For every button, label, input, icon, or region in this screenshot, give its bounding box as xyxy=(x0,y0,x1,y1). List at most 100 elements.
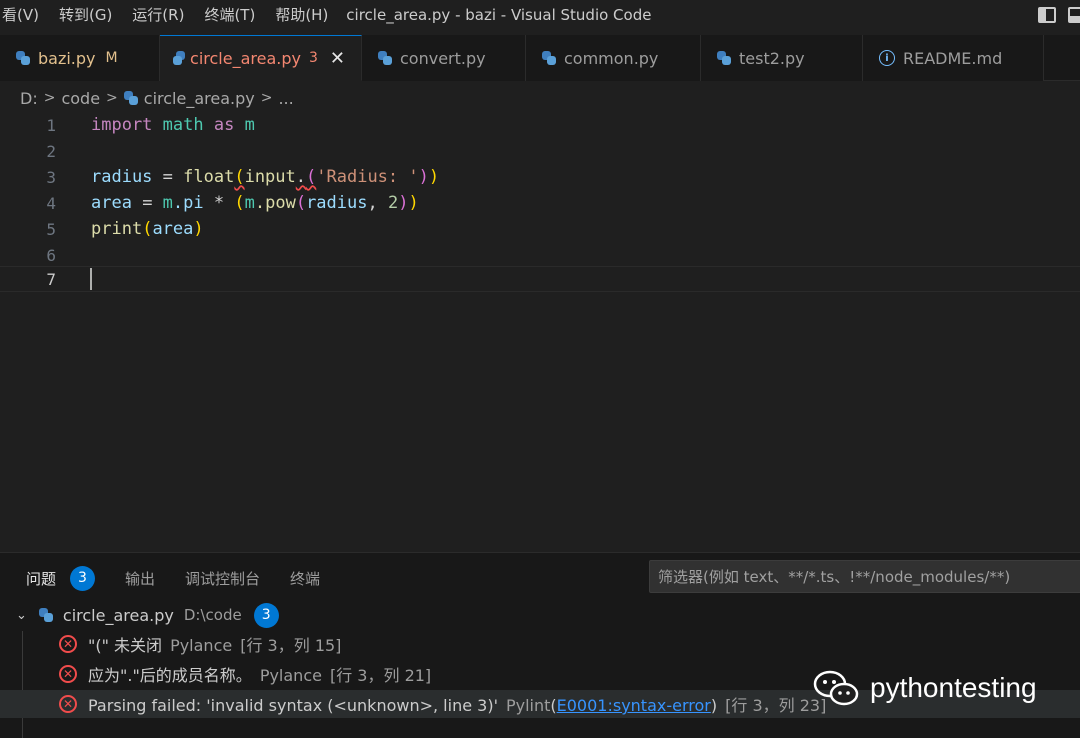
toggle-sidebar-icon[interactable] xyxy=(1038,7,1056,23)
code-token: radius xyxy=(91,167,153,187)
code-token: ) xyxy=(418,167,429,187)
error-icon: ✕ xyxy=(59,665,77,683)
tab-label: 问题 xyxy=(26,569,57,588)
breadcrumb-folder[interactable]: code xyxy=(61,89,100,108)
code-token: . xyxy=(295,167,307,187)
chevron-right-icon: > xyxy=(260,90,273,106)
code-editor[interactable]: 1 import math as m 2 3 radius = float ( in… xyxy=(0,112,1080,552)
tab-circle-area[interactable]: circle_area.py 3 ✕ xyxy=(160,35,362,81)
code-token: ( xyxy=(295,193,307,213)
chevron-right-icon: > xyxy=(43,90,56,106)
menu-view[interactable]: 看(V) xyxy=(0,0,49,30)
code-token: print xyxy=(91,219,143,239)
problem-location: [行 3，列 21] xyxy=(329,666,432,685)
line-number: 1 xyxy=(46,115,56,135)
code-line: 6 xyxy=(0,242,1080,268)
line-number: 6 xyxy=(46,245,56,265)
code-line: 4 area = m.pi * (m.pow(radius, 2)) xyxy=(0,190,1080,216)
problem-text: "(" 未关闭 Pylance [行 3，列 15] xyxy=(88,632,341,656)
code-token: radius xyxy=(306,193,368,213)
editor-tabs: bazi.py M circle_area.py 3 ✕ convert.py … xyxy=(0,35,1080,81)
tab-debug-console[interactable]: 调试控制台 xyxy=(185,568,260,589)
problem-message: 应为"."后的成员名称。 xyxy=(88,666,252,685)
code-token: ( xyxy=(306,167,317,187)
code-token: = xyxy=(152,167,184,187)
tab-label: convert.py xyxy=(400,48,486,68)
line-number: 4 xyxy=(46,193,56,213)
python-icon xyxy=(38,608,53,622)
menu-go[interactable]: 转到(G) xyxy=(49,0,122,30)
menu-run[interactable]: 运行(R) xyxy=(122,0,194,30)
toggle-panel-icon[interactable] xyxy=(1068,7,1080,23)
close-icon[interactable]: ✕ xyxy=(330,48,345,69)
modified-badge: M xyxy=(105,50,118,66)
watermark-text: pythontesting xyxy=(870,672,1037,703)
code-token: ) xyxy=(408,193,419,213)
tab-terminal[interactable]: 终端 xyxy=(290,568,320,589)
code-token: * xyxy=(203,193,235,213)
watermark: pythontesting xyxy=(812,666,1037,710)
problem-text: Parsing failed: 'invalid syntax (<unknow… xyxy=(88,696,827,715)
code-token: area xyxy=(152,219,194,239)
bottom-panel: 问题 3 输出 调试控制台 终端 筛选器(例如 text、**/*.ts、!**… xyxy=(0,552,1080,738)
line-number: 2 xyxy=(46,141,56,161)
code-token: area xyxy=(91,193,132,213)
problem-text: 应为"."后的成员名称。 Pylance [行 3，列 21] xyxy=(88,662,431,686)
tab-problems[interactable]: 问题 3 xyxy=(26,565,96,591)
code-token: float xyxy=(183,167,235,187)
code-token: input xyxy=(244,167,296,187)
tab-output[interactable]: 输出 xyxy=(125,568,155,589)
line-number: 3 xyxy=(46,167,56,187)
menu-terminal[interactable]: 终端(T) xyxy=(194,0,265,30)
code-line: 2 xyxy=(0,138,1080,164)
error-icon: ✕ xyxy=(59,695,77,713)
problem-message: "(" 未关闭 xyxy=(88,636,163,655)
code-token: 'Radius: ' xyxy=(316,167,419,187)
code-token: as xyxy=(213,115,235,135)
text-cursor xyxy=(90,268,92,290)
tab-bazi[interactable]: bazi.py M xyxy=(0,35,160,81)
breadcrumb-drive[interactable]: D: xyxy=(20,89,38,108)
code-token: import xyxy=(91,115,153,135)
python-icon xyxy=(717,51,731,65)
line-number: 7 xyxy=(46,269,56,289)
code-token: , xyxy=(367,193,388,213)
code-line: 5 print(area) xyxy=(0,216,1080,242)
tab-convert[interactable]: convert.py xyxy=(362,35,526,81)
code-token: ) xyxy=(428,167,440,187)
problem-source: Pylint xyxy=(505,696,551,715)
code-token: ( xyxy=(142,219,153,239)
menu-help[interactable]: 帮助(H) xyxy=(265,0,338,30)
layout-controls xyxy=(1038,0,1080,30)
wechat-logo-icon xyxy=(813,670,859,706)
code-token: math xyxy=(162,115,204,135)
tab-label: circle_area.py xyxy=(190,48,301,68)
tab-label: bazi.py xyxy=(38,48,96,68)
python-icon xyxy=(378,51,392,65)
code-text: print(area) xyxy=(91,219,204,239)
file-problem-count-badge: 3 xyxy=(253,602,279,628)
code-token: m xyxy=(162,193,173,213)
chevron-right-icon: > xyxy=(106,90,118,106)
menu-bar: 看(V) 转到(G) 运行(R) 终端(T) 帮助(H) xyxy=(0,0,338,30)
tab-test2[interactable]: test2.py xyxy=(701,35,863,81)
breadcrumb-file[interactable]: circle_area.py xyxy=(144,89,255,108)
breadcrumb-more[interactable]: ... xyxy=(278,89,293,108)
problem-item[interactable]: ✕ "(" 未关闭 Pylance [行 3，列 15] xyxy=(0,630,1080,658)
tab-common[interactable]: common.py xyxy=(526,35,701,81)
tab-label: test2.py xyxy=(739,48,805,68)
panel-tabs: 问题 3 输出 调试控制台 终端 xyxy=(26,563,320,593)
tab-readme[interactable]: i README.md xyxy=(863,35,1044,81)
code-text: area = m.pi * (m.pow(radius, 2)) xyxy=(91,193,419,213)
code-line: 3 radius = float(input.('Radius: ')) xyxy=(0,164,1080,190)
problems-filter-input[interactable]: 筛选器(例如 text、**/*.ts、!**/node_modules/**) xyxy=(649,560,1080,593)
code-line: 1 import math as m xyxy=(0,112,1080,138)
python-icon xyxy=(123,91,138,105)
error-icon: ✕ xyxy=(59,635,77,653)
tab-label: README.md xyxy=(903,48,1003,68)
chevron-down-icon[interactable]: ⌄ xyxy=(16,608,27,623)
rule-code-link[interactable]: E0001:syntax-error xyxy=(557,696,711,715)
code-token: ( xyxy=(234,193,245,213)
problem-file-row[interactable]: ⌄ circle_area.py D:\code 3 xyxy=(16,601,279,629)
code-token: m xyxy=(244,115,255,135)
